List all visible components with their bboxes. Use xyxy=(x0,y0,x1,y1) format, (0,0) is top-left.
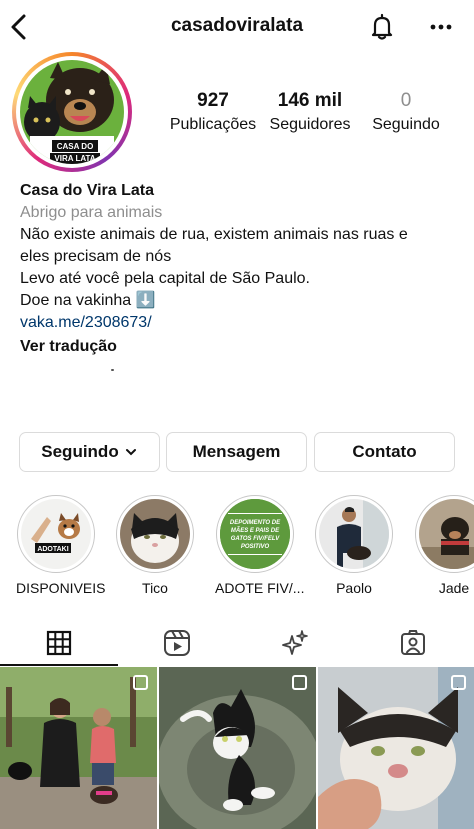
highlight-label: ADOTE FIV/... xyxy=(215,580,305,596)
profile-avatar[interactable]: CASA DO VIRA LATA xyxy=(12,52,132,172)
following-button[interactable]: Seguindo xyxy=(19,432,160,472)
person-with-dog-cover xyxy=(319,499,389,569)
cat-cover-image xyxy=(120,499,190,569)
highlight-badge-depoimento: DEPOIMENTO DE MÃES E PAIS DE GATOS FIV/F… xyxy=(229,520,281,550)
avatar-image: CASA DO VIRA LATA xyxy=(20,60,124,164)
top-bar: casadoviralata xyxy=(0,0,474,56)
highlight-ring: ADOTAKI xyxy=(17,495,95,573)
see-translation-link[interactable]: Ver tradução xyxy=(20,336,460,358)
highlight-jade[interactable]: Jade xyxy=(414,495,474,596)
profile-tabs xyxy=(0,620,474,665)
highlight-cover: DEPOIMENTO DE MÃES E PAIS DE GATOS FIV/F… xyxy=(220,499,290,569)
highlight-label: Jade xyxy=(438,580,470,596)
chevron-down-icon xyxy=(125,449,136,456)
bio-line-1: Não existe animais de rua, existem anima… xyxy=(20,226,408,243)
highlight-adote-fiv[interactable]: DEPOIMENTO DE MÃES E PAIS DE GATOS FIV/F… xyxy=(215,495,305,596)
grid-icon xyxy=(46,630,72,655)
following-button-label: Seguindo xyxy=(41,442,119,461)
highlight-label: DISPONIVEIS xyxy=(16,580,106,596)
profile-username: casadoviralata xyxy=(170,15,304,36)
stat-posts-label: Publicações xyxy=(169,116,257,133)
message-button[interactable]: Mensagem xyxy=(166,432,307,472)
dog-jade-cover xyxy=(419,499,474,569)
multiple-photos-icon xyxy=(292,675,307,690)
avatar-logo-line1: CASA DO xyxy=(57,142,94,151)
stat-posts-value: 927 xyxy=(197,90,229,111)
tab-tagged[interactable] xyxy=(354,620,472,665)
highlight-badge-adotaki: ADOTAKI xyxy=(37,546,68,553)
stat-following[interactable]: 0 Seguindo xyxy=(364,90,448,134)
avatar-dog-illustration: CASA DO VIRA LATA xyxy=(20,60,124,164)
profile-name: Casa do Vira Lata xyxy=(20,182,154,199)
more-options-icon[interactable] xyxy=(426,12,456,42)
post-thumbnail[interactable] xyxy=(318,667,474,829)
profile-bio: Casa do Vira Lata Abrigo para animais Nã… xyxy=(20,180,460,358)
highlight-cover xyxy=(120,499,190,569)
stat-posts[interactable]: 927 Publicações xyxy=(166,90,260,134)
dog-cover-image: ADOTAKI xyxy=(21,499,91,569)
multiple-photos-icon xyxy=(451,675,466,690)
stat-following-value: 0 xyxy=(400,90,412,111)
loading-dot xyxy=(111,369,114,371)
highlight-cover xyxy=(319,499,389,569)
post-thumbnail[interactable] xyxy=(0,667,157,829)
post-image-cat-on-cushion xyxy=(159,667,316,829)
highlight-ring xyxy=(415,495,474,573)
bio-link[interactable]: vaka.me/2308673/ xyxy=(20,312,460,334)
highlight-ring: DEPOIMENTO DE MÃES E PAIS DE GATOS FIV/F… xyxy=(216,495,294,573)
contact-button[interactable]: Contato xyxy=(314,432,455,472)
reels-icon xyxy=(164,629,190,656)
bio-line-3: Levo até você pela capital de São Paulo. xyxy=(20,270,310,287)
profile-category: Abrigo para animais xyxy=(20,204,163,221)
highlight-label: Paolo xyxy=(336,580,372,596)
notification-bell-icon[interactable] xyxy=(367,12,397,42)
contact-button-label: Contato xyxy=(352,442,417,461)
tab-reels[interactable] xyxy=(118,620,236,665)
sparkles-icon xyxy=(282,629,308,655)
highlight-ring xyxy=(116,495,194,573)
stat-following-label: Seguindo xyxy=(372,116,440,133)
post-image-cat-closeup xyxy=(318,667,474,829)
bio-line-2: eles precisam de nós xyxy=(20,248,172,265)
active-tab-indicator xyxy=(0,664,118,666)
bio-line-4: Doe na vakinha ⬇️ xyxy=(20,292,156,309)
post-thumbnail[interactable] xyxy=(159,667,316,829)
stat-followers-value: 146 mil xyxy=(277,90,343,111)
highlight-tico[interactable]: Tico xyxy=(115,495,195,596)
highlight-cover: ADOTAKI xyxy=(21,499,91,569)
post-image-couple-with-dogs xyxy=(0,667,157,829)
highlight-label: Tico xyxy=(142,580,168,596)
highlight-disponiveis[interactable]: ADOTAKI DISPONIVEIS xyxy=(16,495,106,596)
multiple-photos-icon xyxy=(133,675,148,690)
highlight-paolo[interactable]: Paolo xyxy=(314,495,394,596)
tab-effects[interactable] xyxy=(236,620,354,665)
stat-followers-label: Seguidores xyxy=(269,116,351,133)
stat-followers[interactable]: 146 mil Seguidores xyxy=(264,90,356,134)
highlight-ring xyxy=(315,495,393,573)
message-button-label: Mensagem xyxy=(192,442,281,461)
highlight-cover xyxy=(419,499,474,569)
tagged-icon xyxy=(401,629,425,655)
tab-posts-grid[interactable] xyxy=(0,620,118,665)
